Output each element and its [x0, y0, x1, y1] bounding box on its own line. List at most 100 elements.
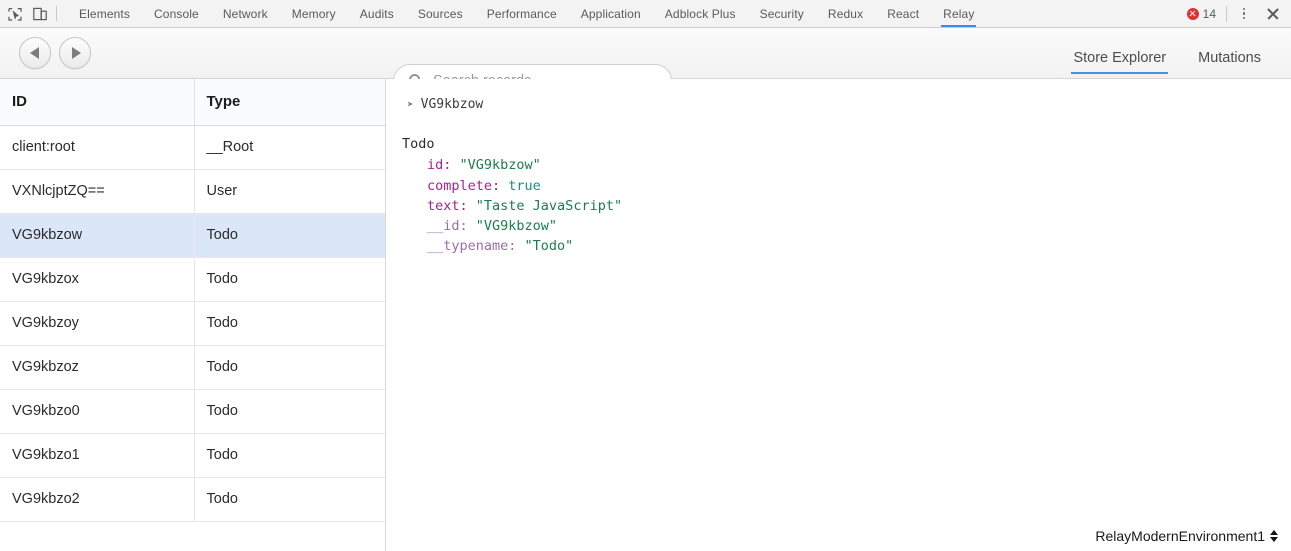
devtools-tab-redux[interactable]: Redux [816, 0, 875, 27]
record-type-cell: __Root [194, 125, 386, 169]
store-explorer-body: ID Type client:root__RootVXNlcjptZQ==Use… [0, 79, 1291, 551]
close-icon[interactable] [1262, 4, 1284, 24]
device-toolbar-icon[interactable] [32, 6, 48, 22]
record-id-cell: VG9kbzox [0, 257, 194, 301]
field-key: id [427, 157, 443, 173]
navigation-buttons [0, 37, 91, 69]
record-type-cell: User [194, 169, 386, 213]
devtools-bar-actions: 14 [1184, 0, 1291, 27]
tab-label: Adblock Plus [665, 7, 736, 21]
tab-label: Sources [418, 7, 463, 21]
record-detail-pane: ➤ VG9kbzow Todo id: "VG9kbzow" complete: … [386, 79, 1291, 551]
record-id-cell: client:root [0, 125, 194, 169]
environment-selector[interactable]: RelayModernEnvironment1 [1095, 528, 1278, 544]
devtools-tab-adblock-plus[interactable]: Adblock Plus [653, 0, 748, 27]
error-icon [1187, 8, 1199, 20]
table-row[interactable]: VG9kbzo0Todo [0, 389, 386, 433]
field-key: __typename [427, 238, 508, 254]
toolbar-divider [56, 6, 57, 21]
record-type-cell: Todo [194, 301, 386, 345]
field-value: "VG9kbzow" [476, 218, 557, 234]
table-row[interactable]: VG9kbzozTodo [0, 345, 386, 389]
tab-label: Performance [487, 7, 557, 21]
field-value: "VG9kbzow" [460, 157, 541, 173]
record-type-cell: Todo [194, 213, 386, 257]
inspect-element-icon[interactable] [7, 6, 23, 22]
record-id-cell: VG9kbzoy [0, 301, 194, 345]
tab-label: Elements [79, 7, 130, 21]
tab-label: Application [581, 7, 641, 21]
devtools-tab-memory[interactable]: Memory [280, 0, 348, 27]
tab-label: Security [760, 7, 804, 21]
field-key: text [427, 198, 460, 214]
relay-view-tabs: Store Explorer Mutations [1057, 28, 1277, 79]
record-id-cell: VG9kbzo0 [0, 389, 194, 433]
devtools-tab-application[interactable]: Application [569, 0, 653, 27]
records-table-body: client:root__RootVXNlcjptZQ==UserVG9kbzo… [0, 125, 386, 521]
field-separator: : [508, 238, 524, 254]
devtools-tab-relay[interactable]: Relay [931, 0, 986, 27]
tab-mutations[interactable]: Mutations [1182, 50, 1277, 79]
devtools-panel-tabs: Elements Console Network Memory Audits S… [61, 0, 1184, 27]
tab-store-explorer[interactable]: Store Explorer [1057, 50, 1182, 79]
chevron-left-icon [30, 47, 39, 59]
breadcrumb-record-id[interactable]: VG9kbzow [421, 97, 484, 112]
record-field-row: text: "Taste JavaScript" [427, 196, 1291, 216]
devtools-toolbar-icons [0, 0, 54, 27]
error-count-badge[interactable]: 14 [1184, 7, 1223, 21]
error-count-label: 14 [1203, 7, 1216, 21]
breadcrumb: ➤ VG9kbzow [386, 79, 1291, 112]
chevron-right-icon [72, 47, 81, 59]
table-row[interactable]: VXNlcjptZQ==User [0, 169, 386, 213]
table-row[interactable]: VG9kbzo2Todo [0, 477, 386, 521]
table-row[interactable]: VG9kbzowTodo [0, 213, 386, 257]
record-type-cell: Todo [194, 389, 386, 433]
record-id-cell: VG9kbzo2 [0, 477, 194, 521]
table-row[interactable]: client:root__Root [0, 125, 386, 169]
tab-label: Network [223, 7, 268, 21]
relay-toolbar: Store Explorer Mutations [0, 28, 1291, 79]
field-key: complete [427, 178, 492, 194]
tab-label: React [887, 7, 919, 21]
forward-button[interactable] [59, 37, 91, 69]
more-options-icon[interactable] [1234, 4, 1254, 24]
column-header-type[interactable]: Type [194, 79, 386, 125]
relay-devtools-window: Elements Console Network Memory Audits S… [0, 0, 1291, 551]
back-button[interactable] [19, 37, 51, 69]
tab-label: Store Explorer [1073, 50, 1166, 66]
devtools-tab-security[interactable]: Security [748, 0, 816, 27]
record-detail: Todo id: "VG9kbzow" complete: true text: "… [386, 112, 1291, 257]
devtools-tab-console[interactable]: Console [142, 0, 211, 27]
tab-label: Redux [828, 7, 863, 21]
breadcrumb-arrow-icon[interactable]: ➤ [407, 99, 414, 110]
environment-name: RelayModernEnvironment1 [1095, 528, 1265, 544]
records-pane: ID Type client:root__RootVXNlcjptZQ==Use… [0, 79, 386, 551]
table-row[interactable]: VG9kbzo1Todo [0, 433, 386, 477]
record-field-row: id: "VG9kbzow" [427, 155, 1291, 175]
devtools-tab-bar: Elements Console Network Memory Audits S… [0, 0, 1291, 28]
column-header-id[interactable]: ID [0, 79, 194, 125]
record-type-cell: Todo [194, 345, 386, 389]
record-type-cell: Todo [194, 433, 386, 477]
record-id-cell: VG9kbzow [0, 213, 194, 257]
record-id-cell: VG9kbzoz [0, 345, 194, 389]
table-header-row: ID Type [0, 79, 386, 125]
tab-label: Mutations [1198, 50, 1261, 66]
field-separator: : [460, 198, 476, 214]
record-type-name: Todo [402, 134, 1291, 155]
devtools-tab-elements[interactable]: Elements [67, 0, 142, 27]
devtools-tab-network[interactable]: Network [211, 0, 280, 27]
devtools-tab-audits[interactable]: Audits [348, 0, 406, 27]
devtools-tab-react[interactable]: React [875, 0, 931, 27]
records-table: ID Type client:root__RootVXNlcjptZQ==Use… [0, 79, 386, 522]
table-row[interactable]: VG9kbzoxTodo [0, 257, 386, 301]
record-id-cell: VXNlcjptZQ== [0, 169, 194, 213]
record-field-row: __id: "VG9kbzow" [427, 216, 1291, 236]
tab-label: Audits [360, 7, 394, 21]
record-fields-list: id: "VG9kbzow" complete: true text: "Taste… [402, 155, 1291, 256]
field-value: true [508, 178, 541, 194]
devtools-tab-sources[interactable]: Sources [406, 0, 475, 27]
devtools-tab-performance[interactable]: Performance [475, 0, 569, 27]
table-row[interactable]: VG9kbzoyTodo [0, 301, 386, 345]
field-key: __id [427, 218, 460, 234]
